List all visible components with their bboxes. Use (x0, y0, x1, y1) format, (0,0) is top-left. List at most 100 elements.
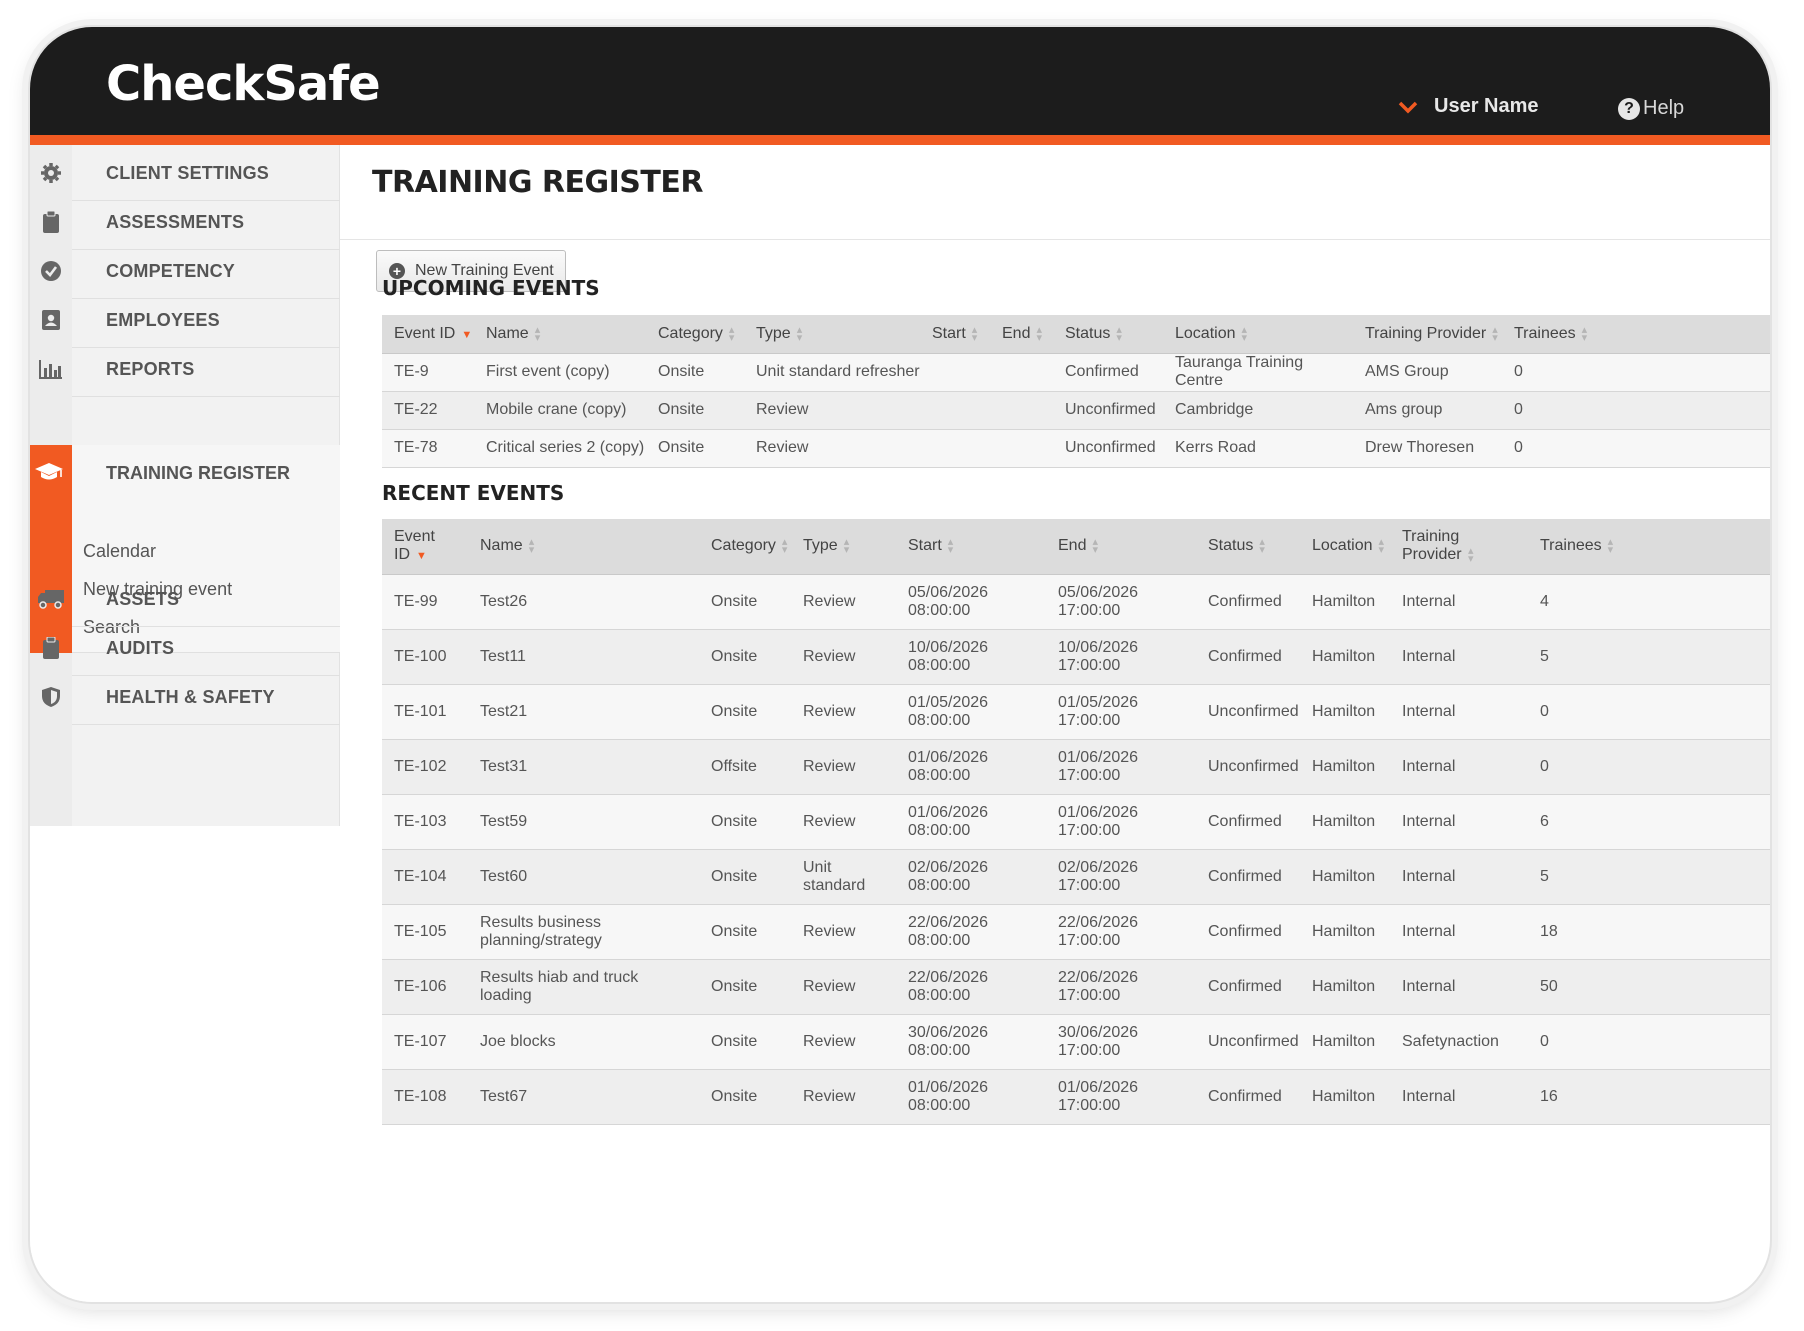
table-cell: 22/06/2026 08:00:00 (896, 904, 1046, 960)
sidebar-item-employees[interactable]: EMPLOYEES (30, 292, 340, 348)
table-cell: 10/06/2026 08:00:00 (896, 629, 1046, 685)
sort-icon: ▴ ▾ (1259, 536, 1265, 557)
column-header-label: Trainees (1540, 537, 1602, 555)
user-name: User Name (1434, 95, 1539, 117)
column-header[interactable]: Trainees ▴ ▾ (1528, 519, 1770, 575)
table-row[interactable]: TE-106 Results hiab and truck loading Onsi… (382, 959, 1770, 1015)
sort-icon: ▴ ▾ (947, 536, 954, 557)
table-row[interactable]: TE-100 Test11 Onsite Review 10/06/2026 08:00… (382, 629, 1770, 685)
table-cell: Hamilton (1300, 1014, 1390, 1070)
table-row[interactable]: TE-102 Test31 Offsite Review 01/06/2026 08:0… (382, 739, 1770, 795)
table-cell: Review (744, 391, 920, 430)
table-row[interactable]: TE-107 Joe blocks Onsite Review 30/06/2026 0… (382, 1014, 1770, 1070)
column-header[interactable]: Location ▴ ▾ (1300, 519, 1390, 575)
subnav-calendar[interactable]: Calendar (83, 541, 156, 562)
table-cell: 01/06/2026 17:00:00 (1046, 739, 1196, 795)
table-cell: Review (744, 429, 920, 468)
column-header[interactable]: Status ▴ ▾ (1053, 315, 1163, 354)
table-cell: AMS Group (1353, 353, 1502, 392)
table-row[interactable]: TE-103 Test59 Onsite Review 01/06/2026 08:00… (382, 794, 1770, 850)
table-cell: Onsite (646, 429, 744, 468)
bar-chart-icon (30, 341, 72, 397)
sidebar-item-audits[interactable]: AUDITS (30, 620, 340, 676)
table-cell: Test26 (468, 574, 699, 630)
sidebar-item-reports[interactable]: REPORTS (30, 341, 340, 397)
table-cell: Drew Thoresen (1353, 429, 1502, 468)
table-cell: 05/06/2026 17:00:00 (1046, 574, 1196, 630)
table-cell: Onsite (646, 353, 744, 392)
user-menu[interactable]: User Name (1398, 95, 1539, 118)
sidebar-item-health-safety[interactable]: HEALTH & SAFETY (30, 669, 340, 725)
table-cell: 0 (1528, 739, 1770, 795)
sidebar-item-competency[interactable]: COMPETENCY (30, 243, 340, 299)
table-row[interactable]: TE-101 Test21 Onsite Review 01/05/2026 08:00… (382, 684, 1770, 740)
sort-icon: ▴ ▾ (528, 536, 535, 557)
table-cell: 22/06/2026 17:00:00 (1046, 959, 1196, 1015)
table-cell: Offsite (699, 739, 791, 795)
table-cell (990, 391, 1053, 430)
table-cell: 0 (1502, 353, 1770, 392)
table-cell: Review (791, 904, 896, 960)
table-cell: 01/06/2026 17:00:00 (1046, 794, 1196, 850)
sidebar-item-label: EMPLOYEES (106, 310, 220, 330)
table-cell: Hamilton (1300, 684, 1390, 740)
table-cell: 4 (1528, 574, 1770, 630)
column-header[interactable]: Start ▴ ▾ (896, 519, 1046, 575)
table-cell: Results hiab and truck loading (468, 959, 699, 1015)
column-header[interactable]: End ▴ ▾ (990, 315, 1053, 354)
column-header[interactable]: End ▴ ▾ (1046, 519, 1196, 575)
sidebar-item-label: COMPETENCY (106, 261, 236, 281)
checksafe-logo[interactable]: CheckSafe (106, 53, 381, 115)
column-header[interactable]: Trainees ▴ ▾ (1502, 315, 1770, 354)
column-header[interactable]: Name ▴ ▾ (474, 315, 646, 354)
column-header[interactable]: Training Provider ▴ ▾ (1353, 315, 1502, 354)
table-row[interactable]: TE-104 Test60 Onsite Unit standard 02/06/202… (382, 849, 1770, 905)
sidebar-item-client-settings[interactable]: CLIENT SETTINGS (30, 145, 340, 201)
table-cell: Hamilton (1300, 904, 1390, 960)
column-header[interactable]: Start ▴ ▾ (920, 315, 990, 354)
table-cell: 0 (1528, 1014, 1770, 1070)
table-cell: 0 (1502, 391, 1770, 430)
column-header[interactable]: Type ▴ ▾ (791, 519, 896, 575)
table-row[interactable]: TE-22 Mobile crane (copy) Onsite Review Unco… (382, 391, 1770, 430)
table-cell: Unit standard refresher (744, 353, 920, 392)
table-cell: Confirmed (1196, 629, 1300, 685)
column-header[interactable]: Event ID ▼ (382, 519, 468, 575)
column-header[interactable]: Type ▴ ▾ (744, 315, 920, 354)
table-cell: 0 (1502, 429, 1770, 468)
sidebar-item-label: HEALTH & SAFETY (106, 687, 275, 707)
column-header[interactable]: Name ▴ ▾ (468, 519, 699, 575)
sidebar-item-assets[interactable]: ASSETS (30, 571, 340, 627)
help-link[interactable]: ? Help (1618, 97, 1684, 120)
column-header[interactable]: Status ▴ ▾ (1196, 519, 1300, 575)
table-cell: Internal (1390, 739, 1528, 795)
column-header[interactable]: Category ▴ ▾ (699, 519, 791, 575)
page-title: TRAINING REGISTER (372, 165, 703, 200)
column-header[interactable]: Training Provider ▴ ▾ (1390, 519, 1528, 575)
table-cell: Ams group (1353, 391, 1502, 430)
table-row[interactable]: TE-78 Critical series 2 (copy) Onsite Revie… (382, 429, 1770, 468)
column-header[interactable]: Location ▴ ▾ (1163, 315, 1353, 354)
column-header-label: Event ID (394, 528, 435, 564)
table-row[interactable]: TE-9 First event (copy) Onsite Unit standar… (382, 353, 1770, 392)
recent-events-table: Event ID ▼ Name ▴ ▾ Category ▴ ▾ Type ▴ ▾ Start ▴ ▾ En… (382, 519, 1770, 1125)
table-cell: 01/05/2026 17:00:00 (1046, 684, 1196, 740)
table-cell: TE-22 (382, 391, 474, 430)
table-cell: Review (791, 684, 896, 740)
table-cell: Results business planning/strategy (468, 904, 699, 960)
column-header[interactable]: Event ID ▼ (382, 315, 474, 354)
table-cell: Confirmed (1196, 849, 1300, 905)
table-row[interactable]: TE-105 Results business planning/strategy… (382, 904, 1770, 960)
table-row[interactable]: TE-108 Test67 Onsite Review 01/06/2026 08:00… (382, 1069, 1770, 1125)
table-cell (920, 391, 990, 430)
contact-book-icon (30, 292, 72, 348)
sidebar-item-assessments[interactable]: ASSESSMENTS (30, 194, 340, 250)
table-cell: Internal (1390, 629, 1528, 685)
column-header-label: Start (932, 324, 966, 342)
column-header[interactable]: Category ▴ ▾ (646, 315, 744, 354)
sort-icon: ▴ ▾ (1116, 323, 1122, 344)
table-cell: Test59 (468, 794, 699, 850)
table-cell: Internal (1390, 684, 1528, 740)
truck-icon (30, 571, 72, 627)
table-row[interactable]: TE-99 Test26 Onsite Review 05/06/2026 08:00:… (382, 574, 1770, 630)
